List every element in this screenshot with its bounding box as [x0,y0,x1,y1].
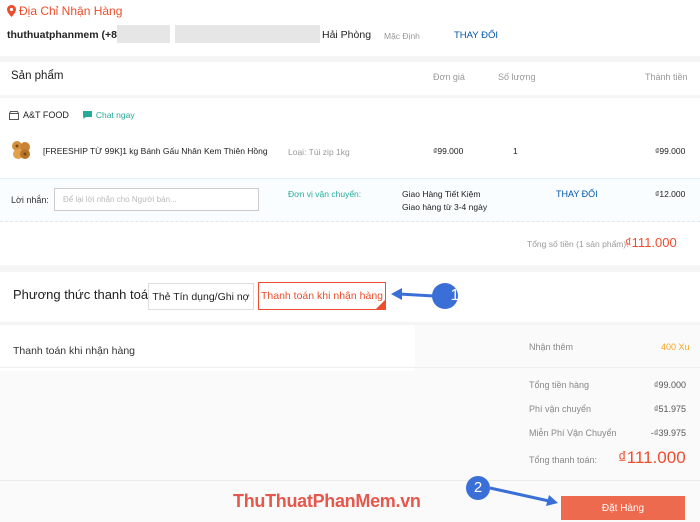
annotation-label-1: 1 [450,287,460,304]
product-subtotal: ₫99.000 [655,146,686,156]
product-thumbnail[interactable] [10,139,32,161]
summary-row-value: ₫51.975 [653,404,686,414]
annotation-label-2: 2 [473,479,483,496]
order-total-value: ₫111.000 [625,235,677,250]
payment-option-cod-label: Thanh toán khi nhận hàng [260,290,384,302]
summary-row-label: Phí vận chuyển [529,404,592,414]
chat-icon[interactable] [82,110,93,120]
shop-icon [9,110,19,120]
header-total: Thành tiền [645,72,688,82]
header-product: Sản phẩm [11,70,64,82]
note-input[interactable] [54,188,259,211]
grand-total-label: Tổng thanh toán: [529,455,598,465]
grand-total-value: ₫111.000 [618,448,686,467]
chat-now-link[interactable]: Chat ngay [96,110,135,120]
place-order-button[interactable]: Đặt Hàng [561,496,685,520]
shop-row: A&T FOOD Chat ngay [9,110,135,120]
summary-row-label: Miễn Phí Vận Chuyển [529,428,617,438]
shipping-label: Đơn vị vận chuyển: [288,189,362,199]
products-section: Sản phẩm Đơn giá Số lượng Thành tiền [0,62,700,265]
summary-divider [0,367,700,368]
location-pin-icon [7,5,16,17]
summary-row-value: ₫99.000 [653,380,686,390]
address-city: Hải Phòng [322,29,372,41]
divider [0,95,700,98]
shop-name[interactable]: A&T FOOD [23,110,69,120]
selected-check-icon [376,300,385,309]
product-variant: Loại: Túi zip 1kg [288,147,350,157]
shipping-eta: Giao hàng từ 3-4 ngày [402,202,488,212]
change-shipping-link[interactable]: THAY ĐỔI [556,189,598,199]
product-price: ₫99.000 [433,146,464,156]
shipping-fee: ₫12.000 [655,189,686,199]
default-badge: Mặc Định [384,31,420,41]
cod-description: Thanh toán khi nhận hàng [13,345,136,357]
payment-option-card[interactable]: Thẻ Tín dụng/Ghi nợ [148,283,254,310]
change-address-link[interactable]: THAY ĐỔI [454,30,498,41]
redacted-address [175,25,320,43]
payment-option-card-label: Thẻ Tín dụng/Ghi nợ [152,290,250,303]
shipping-method: Giao Hàng Tiết Kiệm [402,189,481,199]
summary-row-label: Tổng tiền hàng [529,380,590,390]
watermark-logo: ThuThuatPhanMem.vn [233,491,421,511]
payment-title: Phương thức thanh toán [13,287,156,302]
payment-section: Phương thức thanh toán Thẻ Tín dụng/Ghi … [0,272,700,322]
summary-row-value: -₫39.975 [650,428,686,438]
payment-option-cod[interactable]: Thanh toán khi nhận hàng [258,282,386,310]
address-title-text: Địa Chỉ Nhận Hàng [19,4,123,18]
note-label: Lời nhắn: [11,195,49,205]
place-order-label: Đặt Hàng [601,502,645,514]
product-quantity: 1 [513,146,518,156]
bonus-value: 400 Xu [661,342,690,352]
header-quantity: Số lượng [498,72,536,82]
product-title[interactable]: [FREESHIP TỪ 99K]1 kg Bánh Gấu Nhân Kem … [43,146,268,156]
recipient-name: thuthuatphanmem (+84) [7,29,127,41]
footer-divider [0,480,700,481]
redacted-phone [117,25,170,43]
order-total-label: Tổng số tiền (1 sản phẩm): [527,239,629,249]
address-section: Địa Chỉ Nhận Hàng thuthuatphanmem (+84) … [0,0,700,56]
address-title: Địa Chỉ Nhận Hàng [7,4,122,18]
bonus-label: Nhận thêm [529,342,574,352]
header-unit-price: Đơn giá [433,72,465,82]
